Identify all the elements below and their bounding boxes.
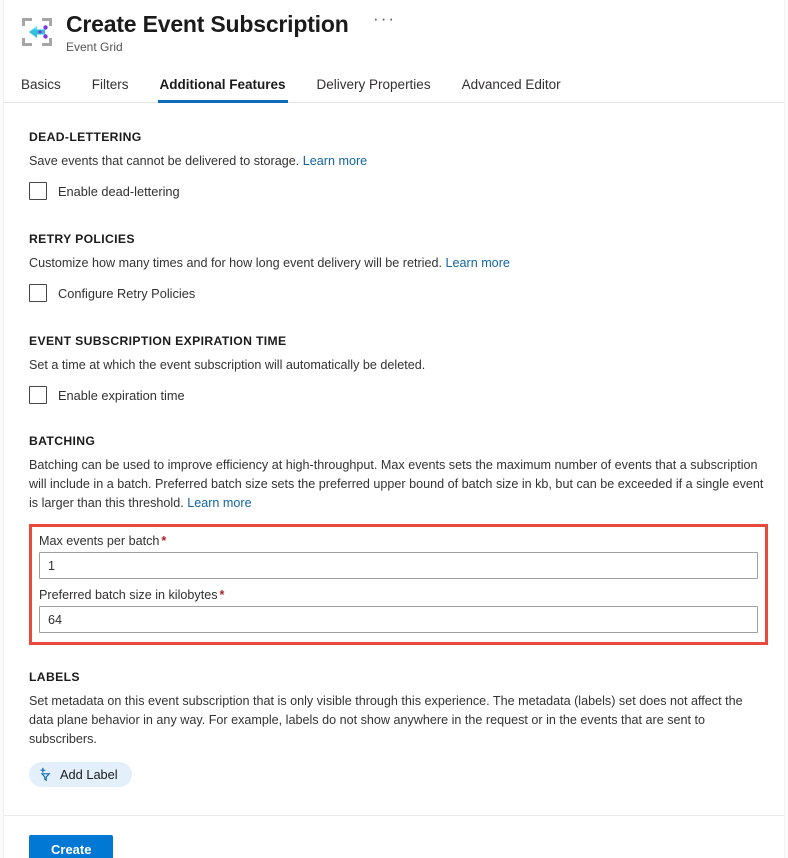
preferred-batch-size-field: Preferred batch size in kilobytes* <box>39 588 758 633</box>
section-expiration-time: EVENT SUBSCRIPTION EXPIRATION TIME Set a… <box>29 334 768 404</box>
section-title-dead-lettering: DEAD-LETTERING <box>29 130 768 144</box>
enable-dead-lettering-label[interactable]: Enable dead-lettering <box>58 184 180 199</box>
add-label-button-text: Add Label <box>60 767 118 782</box>
page-right-edge <box>784 0 788 858</box>
retry-policies-learn-more-link[interactable]: Learn more <box>445 256 509 270</box>
section-title-labels: LABELS <box>29 670 768 684</box>
enable-dead-lettering-checkbox[interactable] <box>29 182 47 200</box>
create-button[interactable]: Create <box>29 835 113 858</box>
section-desc-expiration-time: Set a time at which the event subscripti… <box>29 356 768 375</box>
enable-dead-lettering-row[interactable]: Enable dead-lettering <box>29 182 768 200</box>
configure-retry-policies-row[interactable]: Configure Retry Policies <box>29 284 768 302</box>
preferred-batch-size-label-text: Preferred batch size in kilobytes <box>39 588 218 602</box>
max-events-per-batch-label-text: Max events per batch <box>39 534 159 548</box>
create-event-subscription-page: Create Event Subscription ··· Event Grid… <box>0 0 788 858</box>
enable-expiration-time-checkbox[interactable] <box>29 386 47 404</box>
enable-expiration-time-row[interactable]: Enable expiration time <box>29 386 768 404</box>
title-block: Create Event Subscription ··· Event Grid <box>66 10 396 55</box>
configure-retry-policies-label[interactable]: Configure Retry Policies <box>58 286 195 301</box>
preferred-batch-size-required-marker: * <box>220 588 225 602</box>
tab-filters[interactable]: Filters <box>90 72 131 103</box>
max-events-per-batch-input[interactable] <box>39 552 758 579</box>
section-desc-batching: Batching can be used to improve efficien… <box>29 456 768 513</box>
enable-expiration-time-label[interactable]: Enable expiration time <box>58 388 185 403</box>
preferred-batch-size-label: Preferred batch size in kilobytes* <box>39 588 758 602</box>
add-filter-icon <box>38 767 53 782</box>
more-options-icon[interactable]: ··· <box>373 10 396 28</box>
section-title-batching: BATCHING <box>29 434 768 448</box>
page-header: Create Event Subscription ··· Event Grid <box>0 0 788 55</box>
dead-lettering-learn-more-link[interactable]: Learn more <box>303 154 367 168</box>
section-desc-retry-policies: Customize how many times and for how lon… <box>29 254 768 273</box>
section-desc-labels: Set metadata on this event subscription … <box>29 692 768 749</box>
tab-delivery-properties[interactable]: Delivery Properties <box>315 72 433 103</box>
section-batching: BATCHING Batching can be used to improve… <box>29 434 768 645</box>
batching-learn-more-link[interactable]: Learn more <box>187 496 251 510</box>
section-desc-dead-lettering: Save events that cannot be delivered to … <box>29 152 768 171</box>
tab-bar: Basics Filters Additional Features Deliv… <box>0 71 788 103</box>
batching-desc-text: Batching can be used to improve efficien… <box>29 458 763 510</box>
title-row: Create Event Subscription ··· Event Grid <box>18 10 788 55</box>
retry-policies-desc-text: Customize how many times and for how lon… <box>29 256 442 270</box>
section-labels: LABELS Set metadata on this event subscr… <box>29 670 768 787</box>
section-title-retry-policies: RETRY POLICIES <box>29 232 768 246</box>
max-events-per-batch-field: Max events per batch* <box>39 534 758 579</box>
page-subtitle: Event Grid <box>66 39 396 55</box>
tab-content-additional-features: DEAD-LETTERING Save events that cannot b… <box>0 103 788 815</box>
event-grid-icon <box>18 13 56 51</box>
section-title-expiration-time: EVENT SUBSCRIPTION EXPIRATION TIME <box>29 334 768 348</box>
page-left-edge <box>0 0 4 858</box>
add-label-button[interactable]: Add Label <box>29 762 132 787</box>
max-events-per-batch-label: Max events per batch* <box>39 534 758 548</box>
section-retry-policies: RETRY POLICIES Customize how many times … <box>29 232 768 302</box>
section-dead-lettering: DEAD-LETTERING Save events that cannot b… <box>29 130 768 200</box>
tab-advanced-editor[interactable]: Advanced Editor <box>460 72 563 103</box>
tab-basics[interactable]: Basics <box>19 72 63 103</box>
preferred-batch-size-input[interactable] <box>39 606 758 633</box>
configure-retry-policies-checkbox[interactable] <box>29 284 47 302</box>
dead-lettering-desc-text: Save events that cannot be delivered to … <box>29 154 299 168</box>
tab-additional-features[interactable]: Additional Features <box>158 72 288 103</box>
batching-fields-highlight: Max events per batch* Preferred batch si… <box>29 524 768 645</box>
page-title: Create Event Subscription <box>66 10 349 38</box>
page-footer: Create <box>0 816 788 858</box>
max-events-required-marker: * <box>161 534 166 548</box>
